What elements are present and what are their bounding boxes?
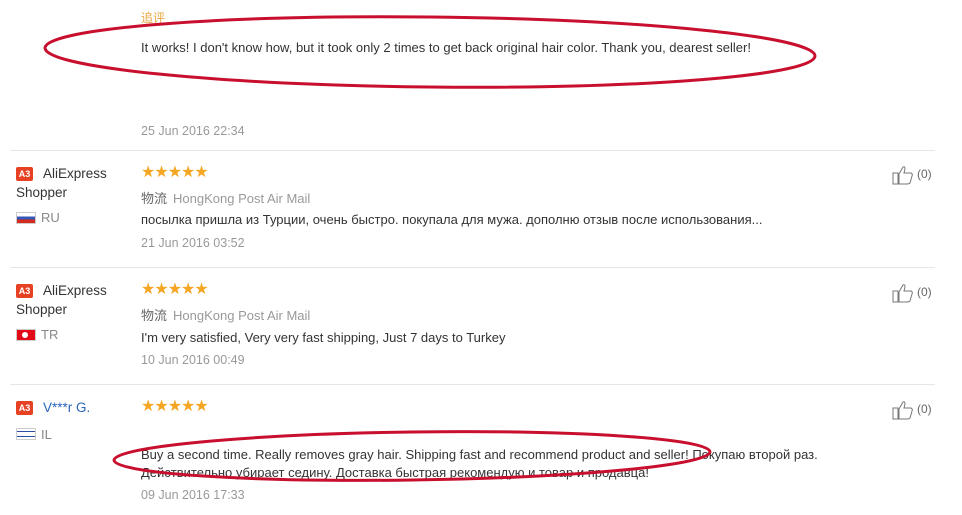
review-date: 21 Jun 2016 03:52 [141, 236, 245, 250]
thumbs-up-icon [892, 166, 913, 185]
buyer-country: TR [41, 327, 59, 342]
review-date: 25 Jun 2016 22:34 [141, 124, 245, 138]
star-rating: ★★★★★ [141, 164, 209, 181]
helpful-count: (0) [917, 167, 932, 181]
buyer-name: AliExpress Shopper [16, 166, 107, 200]
star-rating: ★★★★★ [141, 398, 209, 415]
review-text-line-1: Buy a second time. Really removes gray h… [141, 447, 818, 462]
review-text: I'm very satisfied, Very very fast shipp… [141, 330, 506, 345]
turkey-flag-icon [16, 329, 36, 341]
divider [10, 150, 935, 151]
review-date: 09 Jun 2016 17:33 [141, 488, 245, 502]
buyer-country: RU [41, 210, 60, 225]
follow-up-review-text: It works! I don't know how, but it took … [141, 40, 751, 55]
review-text-line-2: Действительно убирает седину. Доставка б… [141, 465, 649, 480]
star-rating: ★★★★★ [141, 281, 209, 298]
buyer-name: AliExpress Shopper [16, 283, 107, 317]
thumbs-up-icon [892, 401, 913, 420]
thumbs-up-icon [892, 284, 913, 303]
helpful-button[interactable]: (0) [892, 400, 937, 420]
review-date: 10 Jun 2016 00:49 [141, 353, 245, 367]
review-text: посылка пришла из Турции, очень быстро. … [141, 212, 763, 227]
logistics-method: HongKong Post Air Mail [173, 308, 311, 323]
logistics-label: 物流 [141, 308, 168, 323]
logistics-label: 物流 [141, 191, 168, 206]
russia-flag-icon [16, 212, 36, 224]
logistics-info: 物流 HongKong Post Air Mail [141, 188, 310, 207]
logistics-method: HongKong Post Air Mail [173, 191, 311, 206]
helpful-button[interactable]: (0) [892, 165, 937, 185]
logistics-info: 物流 HongKong Post Air Mail [141, 305, 310, 324]
helpful-count: (0) [917, 402, 932, 416]
annotation-ellipses [43, 15, 817, 482]
buyer-country: IL [41, 427, 52, 442]
divider [10, 384, 935, 385]
follow-up-label: 追评 [141, 11, 166, 25]
helpful-button[interactable]: (0) [892, 283, 937, 303]
divider [10, 267, 935, 268]
helpful-count: (0) [917, 285, 932, 299]
israel-flag-icon [16, 428, 36, 440]
buyer-name-link[interactable]: V***r G. [16, 398, 121, 417]
